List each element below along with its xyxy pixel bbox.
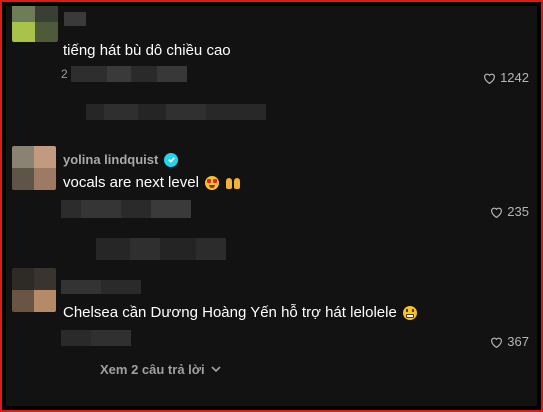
view-replies-button[interactable]: Xem 2 câu trả lời	[100, 362, 221, 377]
comment-item: tiếng hát bù dô chiều cao 2 1242	[6, 6, 537, 126]
comment-blur-row	[96, 238, 226, 260]
avatar[interactable]	[12, 146, 56, 190]
comment-meta-redacted	[61, 330, 131, 346]
comment-meta-redacted	[61, 200, 191, 218]
username-redacted	[61, 280, 141, 294]
avatar[interactable]	[12, 6, 58, 42]
username-redacted	[64, 12, 86, 26]
raising-hands-emoji	[225, 176, 241, 190]
comment-item: yolina lindquist vocals are next level 2…	[6, 142, 537, 266]
heart-outline-icon	[491, 207, 503, 218]
comment-item: Chelsea cần Dương Hoàng Yến hỗ trợ hát l…	[6, 268, 537, 378]
star-struck-emoji	[204, 175, 219, 190]
like-button[interactable]: 1242	[483, 70, 529, 85]
comment-username[interactable]: yolina lindquist	[63, 152, 179, 167]
heart-outline-icon	[491, 337, 503, 348]
avatar[interactable]	[12, 268, 56, 312]
like-count: 367	[507, 334, 529, 349]
screenshot-frame: tiếng hát bù dô chiều cao 2 1242 yolina …	[0, 0, 543, 412]
like-count: 235	[507, 204, 529, 219]
comment-text: tiếng hát bù dô chiều cao	[63, 42, 231, 59]
comment-meta-redacted: 2	[61, 66, 187, 82]
comment-text: vocals are next level	[63, 174, 241, 191]
comment-list: tiếng hát bù dô chiều cao 2 1242 yolina …	[6, 6, 537, 406]
view-replies-label: Xem 2 câu trả lời	[100, 362, 205, 377]
comment-text: Chelsea cần Dương Hoàng Yến hỗ trợ hát l…	[63, 304, 417, 321]
like-button[interactable]: 235	[490, 204, 529, 219]
comment-blur-row	[86, 104, 266, 120]
comment-date: 2	[61, 67, 68, 81]
like-button[interactable]: 367	[490, 334, 529, 349]
heart-outline-icon	[484, 73, 496, 84]
verified-badge-icon	[164, 152, 179, 167]
chevron-down-icon	[211, 366, 221, 373]
like-count: 1242	[500, 70, 529, 85]
grinning-emoji	[402, 305, 417, 320]
